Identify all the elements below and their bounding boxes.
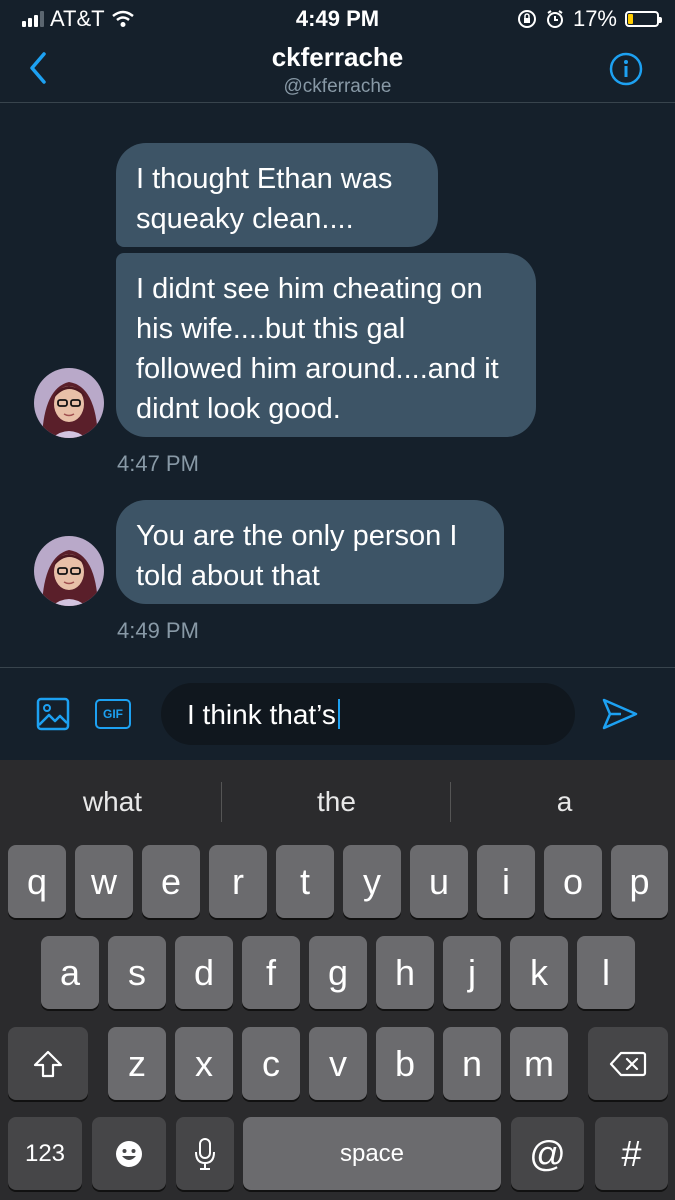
send-icon[interactable] — [601, 697, 639, 731]
suggestion-divider — [221, 782, 222, 822]
message-bubble[interactable]: I didnt see him cheating on his wife....… — [116, 253, 536, 437]
key-x[interactable]: x — [175, 1027, 233, 1100]
key-l[interactable]: l — [577, 936, 635, 1009]
message-composer: GIF I think that’s — [0, 667, 675, 760]
alarm-icon — [546, 10, 563, 28]
dictation-key[interactable] — [176, 1117, 234, 1190]
microphone-icon — [195, 1137, 215, 1170]
battery-level — [628, 14, 633, 24]
key-e[interactable]: e — [142, 845, 200, 918]
info-icon[interactable] — [609, 52, 643, 86]
text-caret — [337, 699, 340, 729]
key-c[interactable]: c — [242, 1027, 300, 1100]
shift-key[interactable] — [8, 1027, 88, 1100]
image-icon[interactable] — [36, 697, 70, 731]
numbers-key[interactable]: 123 — [8, 1117, 82, 1190]
key-p[interactable]: p — [611, 845, 668, 918]
keyboard: what the a q w e r t y u i o p a s d f g… — [0, 760, 675, 1200]
suggestion-a[interactable]: a — [452, 760, 675, 844]
conversation-handle: @ckferrache — [283, 76, 392, 97]
suggestion-divider — [450, 782, 451, 822]
backspace-icon — [609, 1051, 647, 1076]
battery-icon — [625, 11, 662, 27]
key-s[interactable]: s — [108, 936, 166, 1009]
emoji-icon — [116, 1140, 142, 1167]
status-right: 17% — [517, 6, 662, 32]
key-y[interactable]: y — [343, 845, 401, 918]
shift-icon — [33, 1050, 63, 1077]
key-g[interactable]: g — [309, 936, 367, 1009]
gif-icon[interactable]: GIF — [95, 699, 131, 729]
hash-key[interactable]: # — [595, 1117, 668, 1190]
conversation-header: ckferrache @ckferrache — [0, 36, 675, 103]
battery-percent: 17% — [572, 6, 617, 31]
key-z[interactable]: z — [108, 1027, 166, 1100]
key-b[interactable]: b — [376, 1027, 434, 1100]
message-input-text: I think that’s — [187, 699, 336, 730]
space-key[interactable]: space — [243, 1117, 501, 1190]
avatar-image — [34, 536, 104, 606]
conversation-title: ckferrache — [271, 42, 404, 72]
key-t[interactable]: t — [276, 845, 334, 918]
message-input[interactable]: I think that’s — [161, 683, 575, 745]
key-m[interactable]: m — [510, 1027, 568, 1100]
message-bubble[interactable]: I thought Ethan was squeaky clean.... — [116, 143, 438, 247]
avatar[interactable] — [34, 536, 104, 606]
message-bubble[interactable]: You are the only person I told about tha… — [116, 500, 504, 604]
at-key[interactable]: @ — [511, 1117, 584, 1190]
key-d[interactable]: d — [175, 936, 233, 1009]
key-j[interactable]: j — [443, 936, 501, 1009]
key-h[interactable]: h — [376, 936, 434, 1009]
key-v[interactable]: v — [309, 1027, 367, 1100]
key-q[interactable]: q — [8, 845, 66, 918]
key-i[interactable]: i — [477, 845, 535, 918]
rotation-lock-icon — [517, 10, 536, 28]
emoji-key[interactable] — [92, 1117, 166, 1190]
avatar-image — [34, 368, 104, 438]
key-w[interactable]: w — [75, 845, 133, 918]
suggestion-what[interactable]: what — [0, 760, 225, 844]
key-o[interactable]: o — [544, 845, 602, 918]
key-f[interactable]: f — [242, 936, 300, 1009]
key-u[interactable]: u — [410, 845, 468, 918]
message-timestamp: 4:49 PM — [117, 618, 199, 643]
suggestion-the[interactable]: the — [224, 760, 449, 844]
status-bar: AT&T 4:49 PM 17% — [0, 0, 675, 36]
backspace-key[interactable] — [588, 1027, 668, 1100]
avatar[interactable] — [34, 368, 104, 438]
key-r[interactable]: r — [209, 845, 267, 918]
key-k[interactable]: k — [510, 936, 568, 1009]
message-timestamp: 4:47 PM — [117, 451, 199, 476]
key-n[interactable]: n — [443, 1027, 501, 1100]
key-a[interactable]: a — [41, 936, 99, 1009]
